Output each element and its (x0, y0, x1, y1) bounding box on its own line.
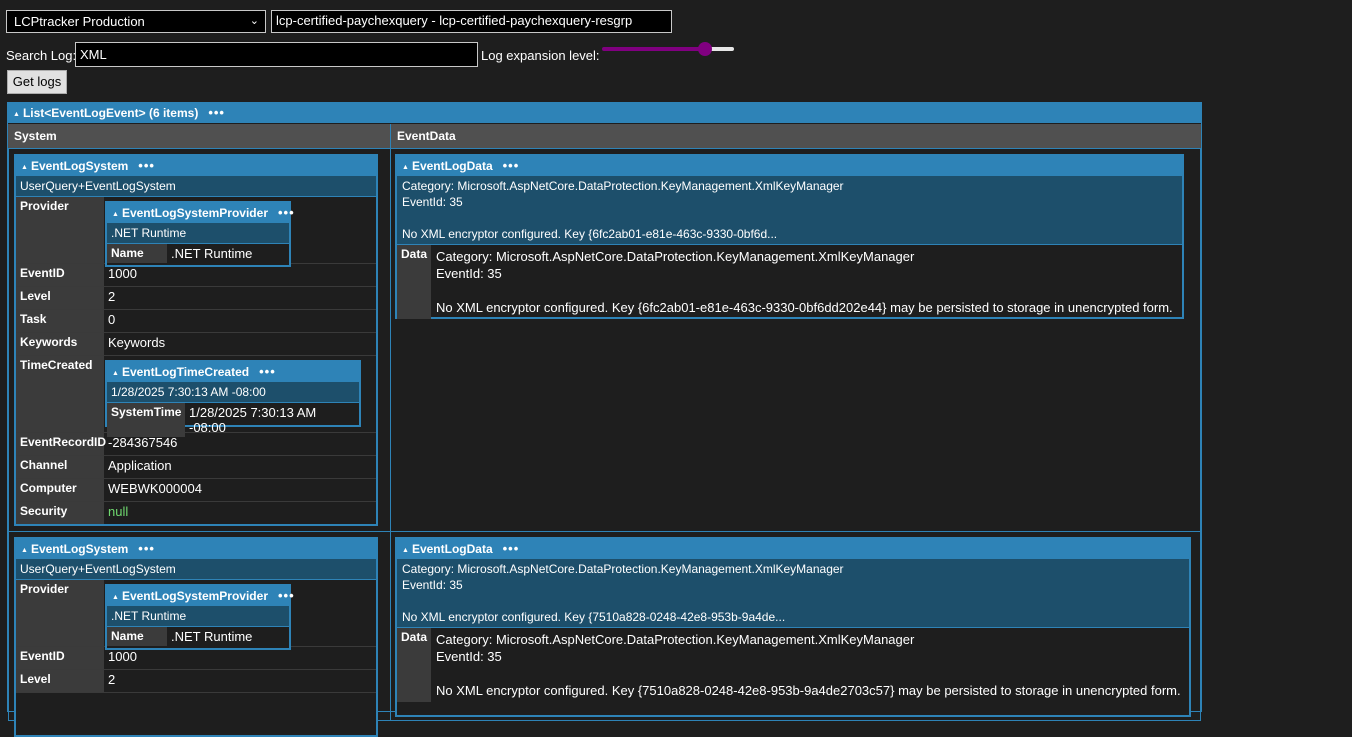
search-label: Search Log: (6, 48, 77, 63)
type-name: .NET Runtime (107, 223, 289, 244)
property-key: Channel (16, 456, 104, 478)
type-name: .NET Runtime (107, 606, 289, 627)
property-value: Keywords (108, 335, 166, 350)
get-logs-button[interactable]: Get logs (7, 70, 67, 94)
more-dots-icon[interactable]: ••• (503, 158, 520, 173)
property-key: Level (16, 670, 104, 692)
property-key: Computer (16, 479, 104, 501)
chevron-down-icon: ⌄ (249, 15, 259, 27)
null-value: null (108, 504, 129, 519)
property-key: EventID (16, 647, 104, 669)
box-title: EventLogData (411, 159, 493, 173)
eventlogdata-box: ▲ EventLogData ••• Category: Microsoft.Asp… (395, 154, 1184, 319)
property-value: Category: Microsoft.AspNetCore.DataProte… (436, 632, 1181, 698)
collapse-triangle-icon[interactable]: ▲ (112, 370, 119, 377)
more-dots-icon[interactable]: ••• (278, 205, 295, 220)
results-header[interactable]: ▲ List<EventLogEvent> (6 items) ••• (8, 103, 1201, 123)
property-value: Application (108, 458, 172, 473)
results-title: List<EventLogEvent> (6 items) (22, 106, 199, 120)
property-value: 1/28/2025 7:30:13 AM -08:00 (189, 405, 317, 435)
more-dots-icon[interactable]: ••• (259, 364, 276, 379)
property-key: Provider (16, 580, 104, 646)
property-value: 1000 (108, 649, 137, 664)
collapse-triangle-icon[interactable]: ▲ (21, 164, 28, 171)
property-value: Category: Microsoft.AspNetCore.DataProte… (436, 249, 1173, 315)
collapse-triangle-icon[interactable]: ▲ (13, 111, 20, 118)
slider-thumb[interactable] (698, 42, 712, 56)
type-name: UserQuery+EventLogSystem (16, 176, 376, 197)
property-key: Task (16, 310, 104, 332)
more-dots-icon[interactable]: ••• (208, 105, 225, 120)
collapse-triangle-icon[interactable]: ▲ (112, 594, 119, 601)
provider-box: ▲ EventLogSystemProvider ••• .NET Runtime … (105, 584, 294, 650)
type-name: UserQuery+EventLogSystem (16, 559, 376, 580)
property-key: Name (107, 627, 167, 646)
property-key: TimeCreated (16, 356, 104, 432)
collapse-triangle-icon[interactable]: ▲ (402, 547, 409, 554)
box-title: EventLogTimeCreated (121, 365, 250, 379)
property-key: Level (16, 287, 104, 309)
property-key: SystemTime (107, 403, 185, 437)
more-dots-icon[interactable]: ••• (138, 541, 155, 556)
property-value: 2 (108, 289, 116, 304)
provider-box: ▲ EventLogSystemProvider ••• .NET Runtime … (105, 201, 294, 267)
eventlogdata-box: ▲ EventLogData ••• Category: Microsoft.Asp… (395, 537, 1191, 717)
collapse-triangle-icon[interactable]: ▲ (21, 547, 28, 554)
eventlogsystem-box: ▲ EventLogSystem ••• UserQuery+EventLogSys… (14, 537, 378, 737)
box-title: EventLogSystem (30, 159, 129, 173)
more-dots-icon[interactable]: ••• (278, 588, 295, 603)
box-title: EventLogSystem (30, 542, 129, 556)
eventdata-summary: Category: Microsoft.AspNetCore.DataProte… (397, 559, 1189, 628)
more-dots-icon[interactable]: ••• (503, 541, 520, 556)
property-value: 1000 (108, 266, 137, 281)
box-title: EventLogSystemProvider (121, 206, 268, 220)
property-key: EventID (16, 264, 104, 286)
collapse-triangle-icon[interactable]: ▲ (402, 164, 409, 171)
results-table: ▲ List<EventLogEvent> (6 items) ••• System… (7, 102, 1202, 737)
property-value: .NET Runtime (171, 246, 253, 261)
property-value: 2 (108, 672, 116, 687)
property-key: Data (397, 245, 431, 319)
eventlogdata-header[interactable]: ▲ EventLogData ••• (397, 539, 1189, 559)
resource-field[interactable]: lcp-certified-paychexquery - lcp-certifi… (271, 10, 672, 33)
property-key: EventRecordID (16, 433, 106, 455)
property-value: WEBWK000004 (108, 481, 202, 496)
eventlogsystem-box: ▲ EventLogSystem ••• UserQuery+EventLogSys… (14, 154, 378, 526)
property-value: 0 (108, 312, 116, 327)
eventlogsystem-header[interactable]: ▲ EventLogSystem ••• (16, 539, 376, 559)
property-key: Data (397, 628, 431, 702)
property-key: Security (16, 502, 104, 524)
provider-header[interactable]: ▲ EventLogSystemProvider ••• (107, 203, 294, 223)
property-key: Name (107, 244, 167, 263)
expansion-level-label: Log expansion level: (481, 48, 600, 63)
collapse-triangle-icon[interactable]: ▲ (112, 211, 119, 218)
type-name: 1/28/2025 7:30:13 AM -08:00 (107, 382, 359, 403)
expansion-level-slider[interactable] (602, 42, 734, 56)
provider-header[interactable]: ▲ EventLogSystemProvider ••• (107, 586, 294, 606)
column-header-eventdata[interactable]: EventData (391, 124, 1201, 148)
more-dots-icon[interactable]: ••• (138, 158, 155, 173)
property-value: .NET Runtime (171, 629, 253, 644)
box-title: EventLogSystemProvider (121, 589, 268, 603)
box-title: EventLogData (411, 542, 493, 556)
column-header-system[interactable]: System (8, 124, 391, 148)
eventlogdata-header[interactable]: ▲ EventLogData ••• (397, 156, 1182, 176)
timecreated-header[interactable]: ▲ EventLogTimeCreated ••• (107, 362, 359, 382)
slider-fill (602, 47, 705, 51)
property-key: Keywords (16, 333, 104, 355)
search-input[interactable]: XML (75, 42, 478, 67)
property-key: Provider (16, 197, 104, 263)
eventdata-summary: Category: Microsoft.AspNetCore.DataProte… (397, 176, 1182, 245)
eventlogsystem-header[interactable]: ▲ EventLogSystem ••• (16, 156, 376, 176)
connection-select-value: LCPtracker Production (14, 14, 145, 29)
connection-select[interactable]: LCPtracker Production ⌄ (6, 10, 266, 33)
timecreated-box: ▲ EventLogTimeCreated ••• 1/28/2025 7:30:1… (105, 360, 361, 437)
